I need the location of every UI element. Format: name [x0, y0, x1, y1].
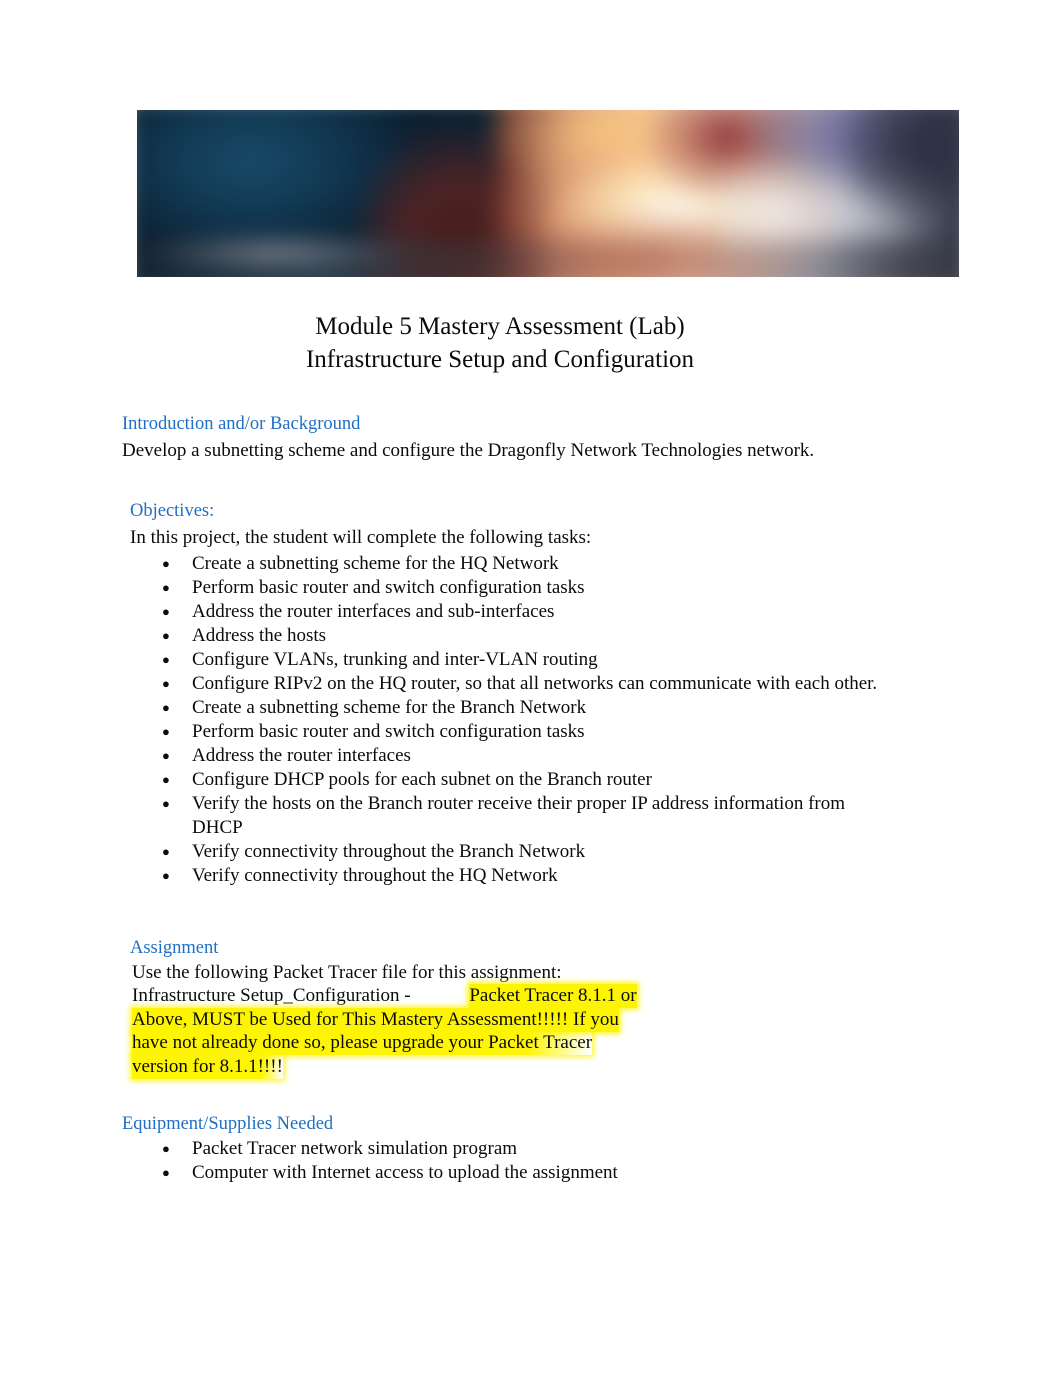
heading-objectives: Objectives:	[130, 501, 215, 521]
list-item: Verify connectivity throughout the HQ Ne…	[162, 863, 882, 887]
objectives-list: Create a subnetting scheme for the HQ Ne…	[122, 551, 882, 887]
assignment-line-3: Above, MUST be Used for This Mastery Ass…	[122, 1007, 882, 1032]
list-item: Configure VLANs, trunking and inter-VLAN…	[162, 647, 882, 671]
list-item: Configure DHCP pools for each subnet on …	[162, 767, 882, 791]
list-item: Computer with Internet access to upload …	[162, 1160, 882, 1184]
list-item: Configure RIPv2 on the HQ router, so tha…	[162, 671, 882, 695]
list-item: Create a subnetting scheme for the HQ Ne…	[162, 551, 882, 575]
document-body: Introduction and/or Background Develop a…	[122, 412, 882, 1185]
page-title: Module 5 Mastery Assessment (Lab) Infras…	[0, 310, 1000, 376]
title-line-1: Module 5 Mastery Assessment (Lab)	[315, 313, 685, 340]
banner-right-dark-layer	[845, 110, 959, 221]
heading-assignment: Assignment	[130, 937, 219, 958]
list-item: Verify connectivity throughout the Branc…	[162, 839, 882, 863]
title-line-2: Infrastructure Setup and Configuration	[305, 346, 695, 373]
list-item: Perform basic router and switch configur…	[162, 719, 882, 743]
assignment-file-name: Infrastructure Setup_Configuration -	[132, 985, 416, 1006]
assignment-highlight-3: have not already done so, please upgrade…	[132, 1031, 593, 1055]
header-banner-image	[137, 110, 959, 277]
banner-artwork	[137, 110, 959, 277]
assignment-line-1: Use the following Packet Tracer file for…	[132, 961, 562, 983]
assignment-highlight-2: Above, MUST be Used for This Mastery Ass…	[132, 1007, 619, 1032]
heading-equipment: Equipment/Supplies Needed	[122, 1114, 334, 1134]
equipment-list: Packet Tracer network simulation program…	[122, 1136, 882, 1184]
list-item: Create a subnetting scheme for the Branc…	[162, 695, 882, 719]
list-item: Address the router interfaces	[162, 743, 882, 767]
list-item: Address the router interfaces and sub-in…	[162, 599, 882, 623]
list-item: Packet Tracer network simulation program	[162, 1136, 882, 1160]
list-item: Perform basic router and switch configur…	[162, 575, 882, 599]
heading-introduction: Introduction and/or Background	[122, 414, 361, 434]
list-item: Verify the hosts on the Branch router re…	[162, 791, 882, 839]
assignment-line-5: version for 8.1.1!!!!	[122, 1054, 882, 1079]
assignment-highlight-1: Packet Tracer 8.1.1 or	[469, 984, 637, 1008]
assignment-block: Use the following Packet Tracer file for…	[122, 961, 882, 1079]
paragraph-objectives-intro: In this project, the student will comple…	[130, 527, 592, 548]
list-item: Address the hosts	[162, 623, 882, 647]
assignment-highlight-4: version for 8.1.1!!!!	[132, 1054, 283, 1079]
document-page: Module 5 Mastery Assessment (Lab) Infras…	[0, 0, 1062, 1377]
assignment-line-4: have not already done so, please upgrade…	[122, 1031, 882, 1055]
paragraph-introduction: Develop a subnetting scheme and configur…	[122, 440, 815, 461]
assignment-line-2: Infrastructure Setup_Configuration - Pac…	[122, 984, 882, 1008]
banner-keyboard-detail-layer	[148, 232, 404, 276]
